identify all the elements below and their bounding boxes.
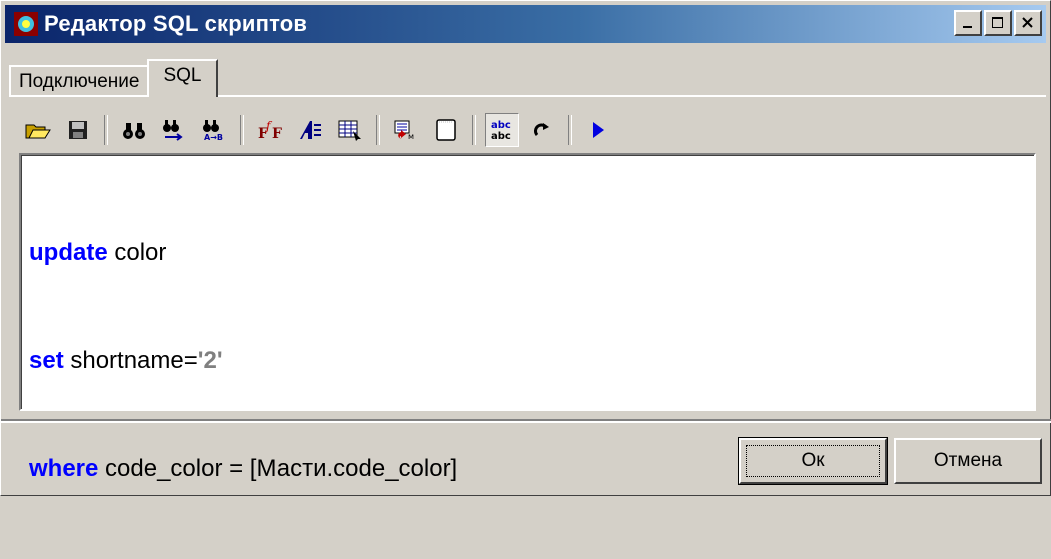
string-literal: '2' (197, 347, 223, 374)
footer-divider (1, 419, 1051, 423)
focus-rect (746, 445, 880, 477)
svg-text:A→B: A→B (204, 133, 223, 141)
app-icon (14, 12, 38, 36)
code-text: code_color = [Масти.code_color] (98, 455, 458, 482)
font-icon (300, 121, 321, 139)
keyword: set (29, 347, 64, 374)
redo-button[interactable] (525, 113, 559, 147)
sql-code: update color set shortname='2' where cod… (29, 163, 457, 559)
replace-icon: A→B (203, 120, 223, 141)
find-next-icon (163, 120, 183, 141)
svg-text:abc: abc (491, 120, 511, 131)
keyword: where (29, 455, 99, 482)
maximize-button[interactable] (984, 10, 1012, 36)
new-page-icon (436, 119, 456, 141)
insert-field-button[interactable]: м (389, 113, 423, 147)
minimize-icon (963, 26, 972, 28)
code-line: update color (29, 235, 457, 271)
cancel-label: Отмена (933, 450, 1003, 471)
font-button[interactable] (293, 113, 327, 147)
spellcheck-toggle[interactable]: abc abc (485, 113, 519, 147)
grid-select-icon (338, 120, 361, 141)
keyword: update (29, 239, 108, 266)
redo-icon (534, 123, 549, 136)
close-icon (1022, 17, 1033, 28)
svg-text:abc: abc (491, 131, 511, 142)
close-button[interactable] (1014, 10, 1042, 36)
minimize-button[interactable] (954, 10, 982, 36)
svg-text:м: м (408, 132, 414, 141)
title-bar[interactable]: Редактор SQL скриптов (5, 5, 1046, 43)
code-text: shortname= (63, 347, 198, 374)
toolbar-separator (568, 115, 572, 145)
svg-text:F: F (272, 126, 282, 141)
run-button[interactable] (581, 113, 615, 147)
code-line: set shortname='2' (29, 343, 457, 379)
toolbar-separator (104, 115, 108, 145)
run-icon (593, 122, 604, 138)
sql-editor-window: Редактор SQL скриптов Подключение SQL A→… (0, 0, 1051, 496)
tab-sql[interactable]: SQL (147, 59, 218, 97)
cancel-button[interactable]: Отмена (894, 438, 1042, 484)
new-page-button[interactable] (429, 113, 463, 147)
window-title: Редактор SQL скриптов (44, 11, 308, 36)
find-next-button[interactable] (157, 113, 191, 147)
find-button[interactable] (117, 113, 151, 147)
font-script-button[interactable]: FfF (253, 113, 287, 147)
tab-connection[interactable]: Подключение (9, 65, 150, 97)
spellcheck-icon: abcabc (491, 120, 511, 142)
save-button[interactable] (61, 113, 95, 147)
replace-button[interactable]: A→B (197, 113, 231, 147)
grid-select-button[interactable] (333, 113, 367, 147)
open-folder-icon (25, 124, 51, 139)
find-icon (123, 123, 145, 139)
maximize-icon (992, 17, 1003, 28)
insert-field-icon: м (394, 120, 414, 141)
save-disk-icon (69, 121, 87, 139)
font-script-icon: Ff F (258, 119, 282, 141)
toolbar: A→B FfF м abc abc (21, 113, 615, 147)
toolbar-separator (376, 115, 380, 145)
toolbar-separator (472, 115, 476, 145)
code-text: color (107, 239, 167, 266)
ok-button[interactable]: Ок (738, 437, 888, 485)
sql-editor[interactable]: update color set shortname='2' where cod… (19, 153, 1036, 482)
open-button[interactable] (21, 113, 55, 147)
toolbar-separator (240, 115, 244, 145)
code-line: where code_color = [Масти.code_color] (29, 451, 457, 487)
